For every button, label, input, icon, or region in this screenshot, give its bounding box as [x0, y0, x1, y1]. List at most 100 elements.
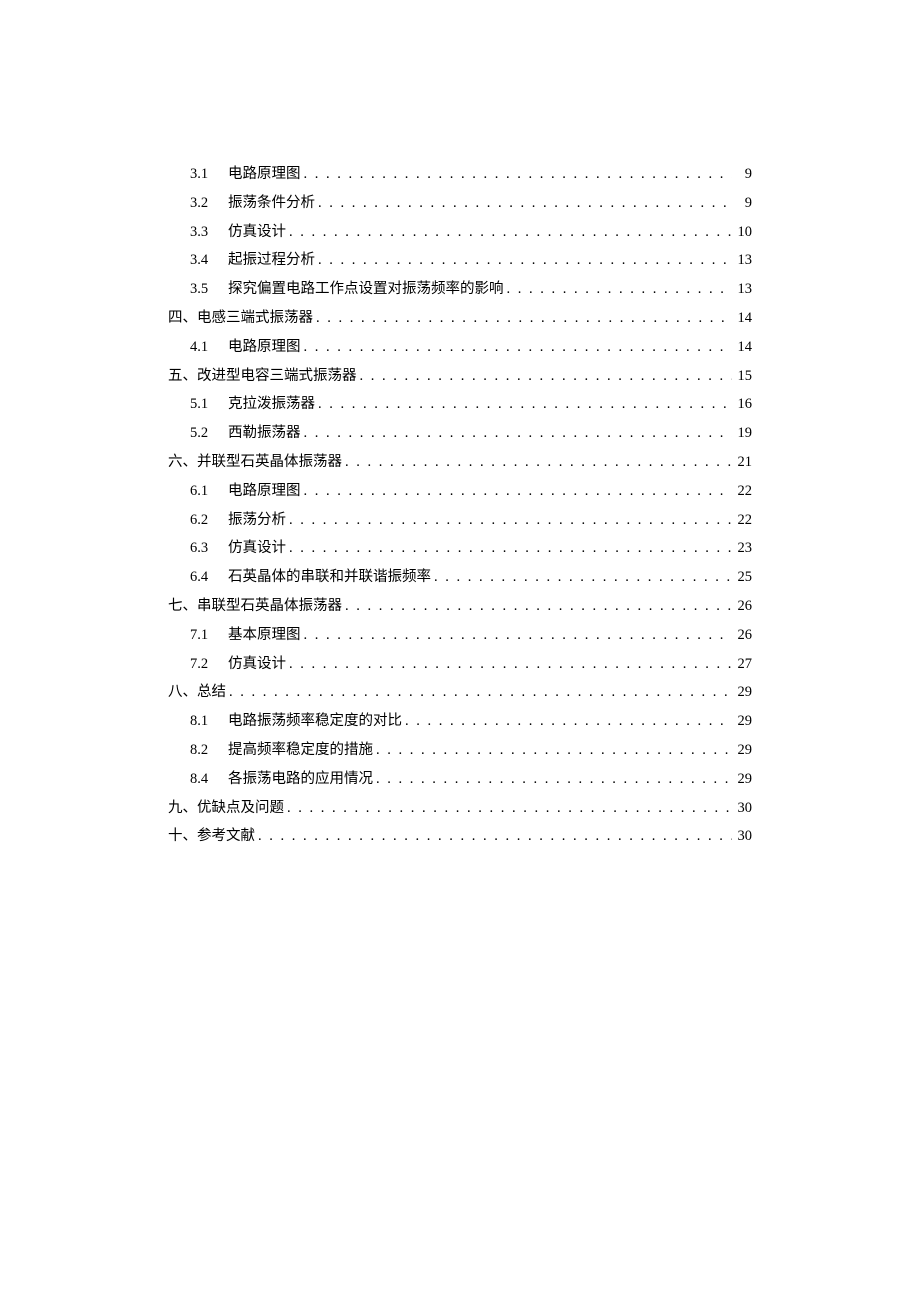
- toc-entry-title: 电路原理图: [228, 337, 301, 357]
- toc-entry-page: 13: [732, 279, 752, 299]
- toc-entry-number: 3.3: [190, 222, 228, 242]
- toc-leader-dots: [373, 740, 732, 760]
- toc-entry: 6.3仿真设计 23: [168, 538, 752, 558]
- toc-entry-page: 26: [732, 596, 752, 616]
- toc-entry: 7.2仿真设计 27: [168, 654, 752, 674]
- toc-entry-page: 9: [732, 193, 752, 213]
- toc-leader-dots: [402, 711, 732, 731]
- toc-leader-dots: [255, 826, 732, 846]
- toc-entry-number: 6.3: [190, 538, 228, 558]
- toc-entry-title: 基本原理图: [228, 625, 301, 645]
- toc-entry-title: 西勒振荡器: [228, 423, 301, 443]
- toc-entry-page: 27: [732, 654, 752, 674]
- toc-entry-page: 13: [732, 250, 752, 270]
- toc-leader-dots: [226, 682, 732, 702]
- toc-entry-title: 石英晶体的串联和并联谐振频率: [228, 567, 431, 587]
- toc-entry-number: 6.1: [190, 481, 228, 501]
- toc-entry: 8.4各振荡电路的应用情况29: [168, 769, 752, 789]
- toc-leader-dots: [301, 423, 733, 443]
- toc-leader-dots: [286, 222, 732, 242]
- toc-leader-dots: [504, 279, 733, 299]
- toc-entry-title: 探究偏置电路工作点设置对振荡频率的影响: [228, 279, 504, 299]
- toc-entry-page: 29: [732, 740, 752, 760]
- toc-entry-page: 29: [732, 711, 752, 731]
- toc-entry: 5.1克拉泼振荡器16: [168, 394, 752, 414]
- toc-entry-title: 并联型石英晶体振荡器: [197, 452, 342, 472]
- toc-leader-dots: [315, 193, 732, 213]
- toc-entry: 四、电感三端式振荡器14: [168, 308, 752, 328]
- toc-entry: 5.2西勒振荡器19: [168, 423, 752, 443]
- toc-leader-dots: [373, 769, 732, 789]
- toc-leader-dots: [284, 798, 732, 818]
- toc-entry-number: 8.1: [190, 711, 228, 731]
- toc-leader-dots: [286, 654, 732, 674]
- toc-entry-number: 5.2: [190, 423, 228, 443]
- toc-entry-title: 克拉泼振荡器: [228, 394, 315, 414]
- toc-leader-dots: [301, 625, 733, 645]
- toc-entry: 七、串联型石英晶体振荡器 26: [168, 596, 752, 616]
- toc-leader-dots: [301, 337, 733, 357]
- toc-entry-page: 21: [732, 452, 752, 472]
- toc-entry-page: 26: [732, 625, 752, 645]
- toc-entry-page: 23: [732, 538, 752, 558]
- toc-entry-title: 起振过程分析: [228, 250, 315, 270]
- toc-leader-dots: [357, 366, 733, 386]
- toc-entry: 3.5探究偏置电路工作点设置对振荡频率的影响 13: [168, 279, 752, 299]
- toc-entry: 3.4起振过程分析13: [168, 250, 752, 270]
- toc-entry: 6.1电路原理图22: [168, 481, 752, 501]
- toc-entry-page: 15: [732, 366, 752, 386]
- toc-leader-dots: [286, 510, 732, 530]
- toc-entry: 3.1电路原理图9: [168, 164, 752, 184]
- toc-leader-dots: [342, 596, 732, 616]
- toc-entry-number: 7.2: [190, 654, 228, 674]
- toc-entry: 4.1电路原理图14: [168, 337, 752, 357]
- toc-entry-number: 六、: [168, 452, 197, 472]
- toc-entry: 八、总结 29: [168, 682, 752, 702]
- toc-entry: 6.4石英晶体的串联和并联谐振频率 25: [168, 567, 752, 587]
- toc-leader-dots: [313, 308, 732, 328]
- toc-leader-dots: [301, 164, 733, 184]
- toc-entry-page: 25: [732, 567, 752, 587]
- toc-entry: 五、改进型电容三端式振荡器15: [168, 366, 752, 386]
- toc-entry-title: 电路振荡频率稳定度的对比: [228, 711, 402, 731]
- toc-entry-title: 改进型电容三端式振荡器: [197, 366, 357, 386]
- toc-entry-title: 串联型石英晶体振荡器: [197, 596, 342, 616]
- toc-entry: 3.3仿真设计10: [168, 222, 752, 242]
- toc-entry-title: 电路原理图: [228, 164, 301, 184]
- toc-entry-title: 提高频率稳定度的措施: [228, 740, 373, 760]
- toc-leader-dots: [315, 394, 732, 414]
- toc-entry-page: 22: [732, 510, 752, 530]
- toc-entry: 8.1电路振荡频率稳定度的对比 29: [168, 711, 752, 731]
- toc-entry-title: 优缺点及问题: [197, 798, 284, 818]
- toc-entry: 九、优缺点及问题 30: [168, 798, 752, 818]
- toc-entry-page: 9: [732, 164, 752, 184]
- toc-entry-number: 3.5: [190, 279, 228, 299]
- toc-entry-title: 各振荡电路的应用情况: [228, 769, 373, 789]
- toc-entry: 8.2提高频率稳定度的措施29: [168, 740, 752, 760]
- toc-entry: 6.2振荡分析 22: [168, 510, 752, 530]
- toc-entry-page: 30: [732, 798, 752, 818]
- toc-entry-title: 仿真设计: [228, 538, 286, 558]
- toc-entry-page: 16: [732, 394, 752, 414]
- toc-entry-number: 8.4: [190, 769, 228, 789]
- toc-entry-page: 29: [732, 682, 752, 702]
- toc-entry-title: 振荡条件分析: [228, 193, 315, 213]
- toc-leader-dots: [301, 481, 733, 501]
- toc-entry-title: 振荡分析: [228, 510, 286, 530]
- toc-leader-dots: [431, 567, 732, 587]
- toc-entry-number: 十、: [168, 826, 197, 846]
- toc-entry-number: 四、: [168, 308, 197, 328]
- toc-entry-number: 6.4: [190, 567, 228, 587]
- toc-entry-number: 七、: [168, 596, 197, 616]
- toc-entry-title: 总结: [197, 682, 226, 702]
- toc-leader-dots: [342, 452, 732, 472]
- toc-entry-page: 30: [732, 826, 752, 846]
- toc-entry-number: 九、: [168, 798, 197, 818]
- toc-entry-number: 6.2: [190, 510, 228, 530]
- toc-entry-number: 4.1: [190, 337, 228, 357]
- table-of-contents: 3.1电路原理图93.2振荡条件分析93.3仿真设计103.4起振过程分析133…: [168, 164, 752, 847]
- toc-entry-number: 八、: [168, 682, 197, 702]
- toc-entry-number: 3.2: [190, 193, 228, 213]
- toc-leader-dots: [315, 250, 732, 270]
- toc-entry-title: 仿真设计: [228, 654, 286, 674]
